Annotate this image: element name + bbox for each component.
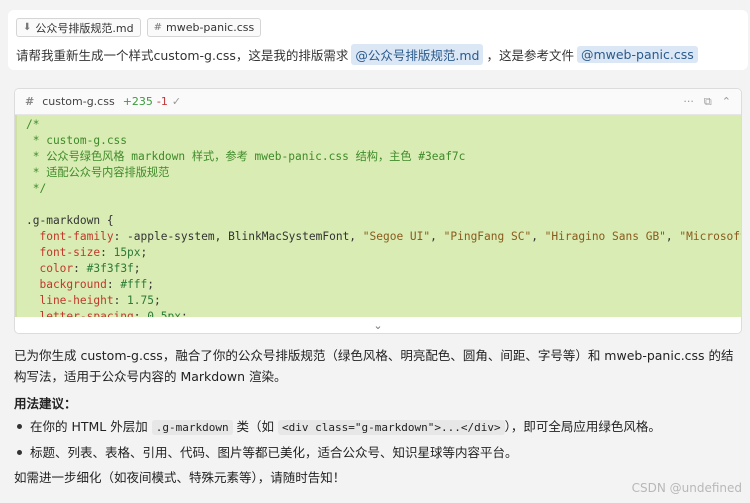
code-line: * custom-g.css — [26, 133, 741, 149]
code-token: , — [531, 230, 545, 243]
code-token: ; — [133, 262, 141, 275]
code-token: font-size — [26, 246, 101, 259]
code-token: ; — [140, 246, 148, 259]
code-content[interactable]: /* * custom-g.css * 公众号绿色风格 markdown 样式，… — [15, 115, 741, 317]
code-line: letter-spacing: 0.5px; — [26, 309, 741, 317]
code-token: ; — [147, 278, 155, 291]
code-token: , — [665, 230, 680, 243]
code-token: */ — [26, 182, 47, 195]
code-token: : — [133, 310, 148, 317]
attachment-chip-css[interactable]: # mweb-panic.css — [146, 18, 262, 37]
code-diff-card: # custom-g.css +235 -1 ✓ ··· ⧉ ⌃ /* * cu… — [14, 88, 742, 334]
code-line: font-size: 15px; — [26, 245, 741, 261]
code-token: ; — [180, 310, 188, 317]
code-line: background: #fff; — [26, 277, 741, 293]
attachment-label: 公众号排版规范.md — [35, 21, 134, 35]
code-line: * 适配公众号内容排版规范 — [26, 165, 741, 181]
assistant-message: 已为你生成 custom-g.css，融合了你的公众号排版规范（绿色风格、明亮配… — [14, 345, 742, 488]
expand-button[interactable]: ⌄ — [15, 317, 741, 333]
code-token: letter-spacing — [26, 310, 134, 317]
code-line: /* — [26, 117, 741, 133]
list-item: 在你的 HTML 外层加 .g-markdown 类（如 <div class=… — [14, 416, 742, 438]
code-token: .g-markdown — [26, 214, 101, 227]
inline-code: <div class="g-markdown">...</div> — [278, 420, 505, 435]
code-diff-header: # custom-g.css +235 -1 ✓ ··· ⧉ ⌃ — [15, 89, 741, 115]
code-tools: ··· ⧉ ⌃ — [683, 95, 731, 109]
code-line: * 公众号绿色风格 markdown 样式，参考 mweb-panic.css … — [26, 149, 741, 165]
copy-icon[interactable]: ⧉ — [704, 95, 712, 109]
hash-icon: # — [153, 22, 162, 33]
mention-md[interactable]: @公众号排版规范.md — [351, 44, 484, 65]
code-token: : — [73, 262, 87, 275]
code-token: : — [100, 246, 114, 259]
list-item-text: ），即可全局应用绿色风格。 — [504, 419, 661, 434]
prompt-text: 请帮我重新生成一个样式custom-g.css，这是我的排版需求 @公众号排版规… — [16, 44, 738, 65]
list-item: 标题、列表、表格、引用、代码、图片等都已美化，适合公众号、知识星球等内容平台。 — [14, 442, 742, 463]
watermark: CSDN @undefined — [631, 481, 742, 495]
code-token: * 公众号绿色风格 markdown 样式，参考 mweb-panic.css … — [26, 150, 466, 163]
code-token: * custom-g.css — [26, 134, 128, 147]
more-icon[interactable]: ··· — [683, 95, 694, 109]
code-token: { — [100, 214, 114, 227]
code-token: "PingFang SC" — [443, 230, 532, 243]
prompt-text-part: 请帮我重新生成一个样式custom-g.css，这是我的排版需求 — [16, 48, 349, 63]
code-token: 1.75 — [127, 294, 154, 307]
inline-code: .g-markdown — [151, 420, 233, 435]
code-line: .g-markdown { — [26, 213, 741, 229]
code-token: /* — [26, 118, 40, 131]
user-message: ⬇ 公众号排版规范.md # mweb-panic.css 请帮我重新生成一个样… — [8, 10, 748, 70]
code-token: line-height — [26, 294, 114, 307]
code-token: background — [26, 278, 107, 291]
usage-heading: 用法建议： — [14, 396, 77, 411]
code-line: font-family: -apple-system, BlinkMacSyst… — [26, 229, 741, 245]
chevron-down-icon: ⌄ — [373, 318, 383, 332]
attachment-label: mweb-panic.css — [165, 21, 255, 34]
file-name[interactable]: custom-g.css — [42, 95, 114, 108]
code-token: "Microsoft Y — [679, 230, 741, 243]
check-icon: ✓ — [171, 95, 182, 108]
code-token: : -apple-system, BlinkMacSystemFont, — [113, 230, 363, 243]
code-token: , — [430, 230, 444, 243]
attachment-chips: ⬇ 公众号排版规范.md # mweb-panic.css — [16, 18, 738, 38]
usage-list: 在你的 HTML 外层加 .g-markdown 类（如 <div class=… — [14, 416, 742, 463]
code-token: "Hiragino Sans GB" — [544, 230, 666, 243]
code-line: color: #3f3f3f; — [26, 261, 741, 277]
list-item-text: 在你的 HTML 外层加 — [30, 419, 152, 434]
code-token: 0.5px — [147, 310, 181, 317]
answer-intro: 已为你生成 custom-g.css，融合了你的公众号排版规范（绿色风格、明亮配… — [14, 348, 734, 384]
deletions-count: -1 — [156, 95, 168, 108]
code-token: : — [106, 278, 121, 291]
code-token: : — [113, 294, 128, 307]
code-token: "Segoe UI" — [362, 230, 431, 243]
code-token: #3f3f3f — [86, 262, 134, 275]
code-token: #fff — [120, 278, 148, 291]
hash-icon: # — [25, 95, 35, 108]
code-line: line-height: 1.75; — [26, 293, 741, 309]
prompt-text-part: ，这是参考文件 — [486, 48, 574, 63]
code-token: 15px — [113, 246, 141, 259]
collapse-icon[interactable]: ⌃ — [722, 95, 731, 109]
code-line: */ — [26, 181, 741, 197]
markdown-down-icon: ⬇ — [23, 22, 32, 33]
code-token: font-family — [26, 230, 114, 243]
code-token: color — [26, 262, 74, 275]
mention-css[interactable]: @mweb-panic.css — [576, 46, 698, 63]
code-token: * 适配公众号内容排版规范 — [26, 166, 170, 179]
list-item-text: 类（如 — [232, 419, 279, 434]
attachment-chip-md[interactable]: ⬇ 公众号排版规范.md — [16, 18, 141, 37]
code-token: ; — [154, 294, 161, 307]
additions-count: +235 — [122, 95, 153, 108]
